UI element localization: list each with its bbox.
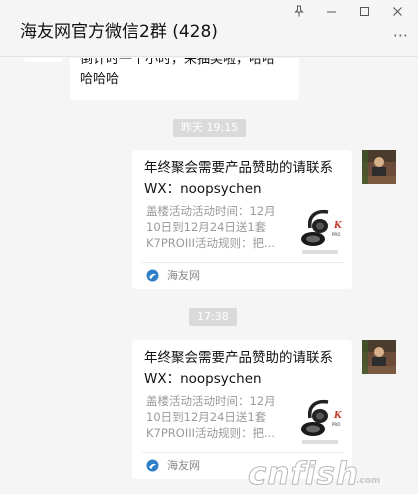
timestamp-divider: 17:38 (189, 308, 237, 326)
close-icon[interactable] (381, 0, 414, 22)
card-divider (142, 452, 344, 453)
avatar[interactable] (362, 150, 396, 184)
headlamp-thumbnail-image: K7 PRO (298, 396, 342, 448)
more-options-button[interactable]: ··· (393, 26, 408, 45)
site-watermark: cnfish (247, 456, 360, 493)
chat-window: 海友网官方微信2群 (428) ··· 倒计时一个小时，来抽奖啦，哈哈 哈哈哈 … (0, 0, 418, 494)
svg-text:PRO: PRO (332, 422, 340, 427)
card-title: 年终聚会需要产品赞助的请联系WX：noopsychen (144, 350, 333, 387)
site-watermark-suffix: .com (356, 476, 381, 486)
text-message-bubble[interactable]: 倒计时一个小时，来抽奖啦，哈哈 哈哈哈 (70, 58, 299, 100)
previous-bubble-fragment (24, 58, 62, 62)
card-source-name: 海友网 (167, 459, 200, 472)
timestamp-divider: 昨天 19:15 (173, 119, 247, 137)
card-source-name: 海友网 (167, 269, 200, 282)
avatar[interactable] (362, 340, 396, 374)
message-text-line: 哈哈哈 (80, 72, 120, 87)
card-source: 海友网 (146, 267, 200, 283)
source-logo-icon (146, 269, 159, 281)
headlamp-thumbnail-image: K7 PRO (298, 206, 342, 258)
message-list[interactable]: 倒计时一个小时，来抽奖啦，哈哈 哈哈哈 昨天 19:15 年终聚会需要产品赞助的… (0, 58, 418, 494)
message-text-line: 倒计时一个小时，来抽奖啦，哈哈 (80, 58, 276, 67)
minimize-icon[interactable] (315, 0, 348, 22)
card-title: 年终聚会需要产品赞助的请联系WX：noopsychen (144, 160, 333, 197)
title-bar: 海友网官方微信2群 (428) ··· (0, 0, 418, 57)
card-divider (142, 262, 344, 263)
pin-icon[interactable] (282, 0, 315, 22)
svg-text:PRO: PRO (332, 232, 340, 237)
card-description: 盖楼活动活动时间：12月10日到12月24日送1套K7PROIII活动规则：把.… (146, 394, 276, 440)
svg-text:K7: K7 (333, 411, 342, 421)
link-card-message[interactable]: 年终聚会需要产品赞助的请联系WX：noopsychen 盖楼活动活动时间：12月… (132, 150, 352, 289)
svg-text:K7: K7 (333, 221, 342, 231)
card-description: 盖楼活动活动时间：12月10日到12月24日送1套K7PROIII活动规则：把.… (146, 204, 276, 250)
chat-title: 海友网官方微信2群 (428) (20, 22, 218, 42)
window-controls (282, 0, 414, 22)
source-logo-icon (146, 459, 159, 471)
maximize-icon[interactable] (348, 0, 381, 22)
card-source: 海友网 (146, 457, 200, 473)
